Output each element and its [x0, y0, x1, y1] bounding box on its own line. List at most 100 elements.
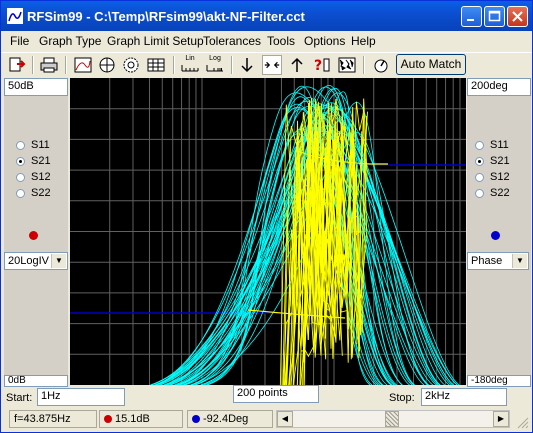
log-scale-icon — [206, 65, 223, 72]
left-format-select[interactable]: 20LogIV ▼ — [4, 252, 68, 270]
table-icon[interactable] — [146, 55, 166, 75]
linear-scale-icon — [181, 65, 199, 72]
radio-button[interactable] — [475, 172, 484, 182]
left-axis-bottom-limit[interactable]: 0dB — [4, 375, 68, 387]
toolbar-separator — [65, 56, 67, 74]
log-scale-button[interactable]: Log — [205, 55, 225, 75]
radio-button-selected[interactable] — [16, 156, 25, 166]
toolbar-separator — [32, 56, 34, 74]
phase-marker-dot — [491, 231, 500, 240]
polar-chart-icon[interactable] — [121, 55, 141, 75]
chevron-right-icon: ▶ — [497, 414, 505, 423]
log-scale-label: Log — [209, 55, 221, 62]
help-question-icon[interactable]: ? — [312, 55, 332, 75]
arrow-down-icon[interactable] — [237, 55, 257, 75]
minimize-button[interactable] — [461, 6, 482, 27]
arrow-up-icon[interactable] — [287, 55, 307, 75]
param-label: S21 — [490, 155, 510, 167]
rectangular-graph-icon[interactable] — [73, 55, 93, 75]
toolbar-separator — [231, 56, 233, 74]
magnitude-value: 15.1dB — [115, 413, 150, 425]
menu-graph-type[interactable]: Graph Type — [39, 34, 101, 48]
menu-tools[interactable]: Tools — [267, 34, 295, 48]
minimize-icon — [467, 19, 474, 21]
left-param-s12[interactable]: S12 — [16, 171, 51, 185]
menu-options[interactable]: Options — [304, 34, 345, 48]
radio-button[interactable] — [475, 188, 484, 198]
resize-grip-icon[interactable] — [515, 415, 529, 429]
menu-help[interactable]: Help — [351, 34, 376, 48]
param-label: S11 — [31, 139, 50, 151]
left-param-s21[interactable]: S21 — [16, 155, 51, 169]
param-label: S22 — [31, 187, 51, 199]
noise-icon[interactable] — [337, 55, 357, 75]
application-window: RFSim99 - C:\Temp\RFsim99\akt-NF-Filter.… — [0, 0, 533, 433]
left-param-s11[interactable]: S11 — [16, 139, 50, 153]
title-bar: RFSim99 - C:\Temp\RFsim99\akt-NF-Filter.… — [1, 1, 532, 31]
scroll-right-button[interactable]: ▶ — [493, 411, 509, 427]
menu-bar: File Graph Type Graph Limit Setup Tolera… — [1, 31, 532, 50]
param-label: S12 — [490, 171, 510, 183]
maximize-button[interactable] — [484, 6, 505, 27]
linear-scale-button[interactable]: Lin — [180, 55, 200, 75]
left-format-value: 20LogIV — [8, 255, 49, 267]
param-label: S21 — [31, 155, 51, 167]
param-label: S12 — [31, 171, 51, 183]
right-param-s11[interactable]: S11 — [475, 139, 509, 153]
magnitude-dot-icon — [104, 415, 112, 424]
chevron-down-icon[interactable]: ▼ — [51, 254, 66, 268]
menu-file[interactable]: File — [10, 34, 29, 48]
start-label: Start: — [6, 392, 33, 404]
radio-button[interactable] — [475, 140, 484, 150]
left-param-s22[interactable]: S22 — [16, 187, 51, 201]
left-axis-top-limit[interactable]: 50dB — [4, 78, 68, 96]
radio-button[interactable] — [16, 140, 25, 150]
svg-text:?: ? — [314, 58, 322, 74]
right-axis-top-limit[interactable]: 200deg — [467, 78, 531, 96]
close-button[interactable] — [507, 6, 528, 27]
scroll-thumb[interactable] — [385, 411, 399, 427]
toolbar-separator — [173, 56, 175, 74]
menu-tolerances[interactable]: Tolerances — [203, 34, 261, 48]
tune-dial-icon[interactable] — [371, 55, 391, 75]
magnitude-marker-dot — [29, 231, 38, 240]
exit-icon[interactable] — [7, 55, 27, 75]
right-format-value: Phase — [471, 255, 503, 267]
radio-button-selected[interactable] — [475, 156, 484, 166]
param-label: S11 — [490, 139, 509, 151]
close-icon — [512, 11, 523, 22]
right-param-s22[interactable]: S22 — [475, 187, 510, 201]
frequency-readout: f=43.875Hz — [9, 410, 97, 428]
toolbar: Lin Log ? Auto Match — [1, 52, 532, 77]
start-frequency-field[interactable]: 1Hz — [37, 388, 125, 406]
chevron-left-icon: ◀ — [281, 414, 289, 423]
rfsim-app-icon — [7, 8, 23, 24]
phase-readout: -92.4Deg — [187, 410, 273, 428]
auto-match-button[interactable]: Auto Match — [396, 54, 466, 75]
radio-button[interactable] — [16, 188, 25, 198]
linear-scale-label: Lin — [185, 55, 195, 62]
radio-button[interactable] — [16, 172, 25, 182]
right-format-select[interactable]: Phase ▼ — [467, 252, 529, 270]
param-label: S22 — [490, 187, 510, 199]
status-bar: f=43.875Hz 15.1dB -92.4Deg ◀ ▶ — [1, 407, 532, 432]
phase-dot-icon — [192, 415, 200, 424]
toolbar-separator — [363, 56, 365, 74]
response-plot[interactable] — [70, 78, 466, 385]
frequency-scrollbar[interactable]: ◀ ▶ — [276, 410, 510, 428]
window-title: RFSim99 - C:\Temp\RFsim99\akt-NF-Filter.… — [27, 9, 305, 24]
stop-label: Stop: — [389, 392, 415, 404]
right-param-s12[interactable]: S12 — [475, 171, 510, 185]
right-axis-bottom-limit[interactable]: -180deg — [467, 375, 531, 387]
scroll-left-button[interactable]: ◀ — [277, 411, 293, 427]
print-icon[interactable] — [39, 55, 59, 75]
chevron-down-icon[interactable]: ▼ — [512, 254, 527, 268]
zoom-fit-icon[interactable] — [262, 55, 282, 75]
phase-value: -92.4Deg — [203, 413, 249, 425]
menu-graph-limit-setup[interactable]: Graph Limit Setup — [107, 34, 204, 48]
stop-frequency-field[interactable]: 2kHz — [421, 388, 507, 406]
right-param-s21[interactable]: S21 — [475, 155, 510, 169]
magnitude-readout: 15.1dB — [99, 410, 183, 428]
points-field[interactable]: 200 points — [233, 385, 319, 403]
smith-chart-icon[interactable] — [97, 55, 117, 75]
